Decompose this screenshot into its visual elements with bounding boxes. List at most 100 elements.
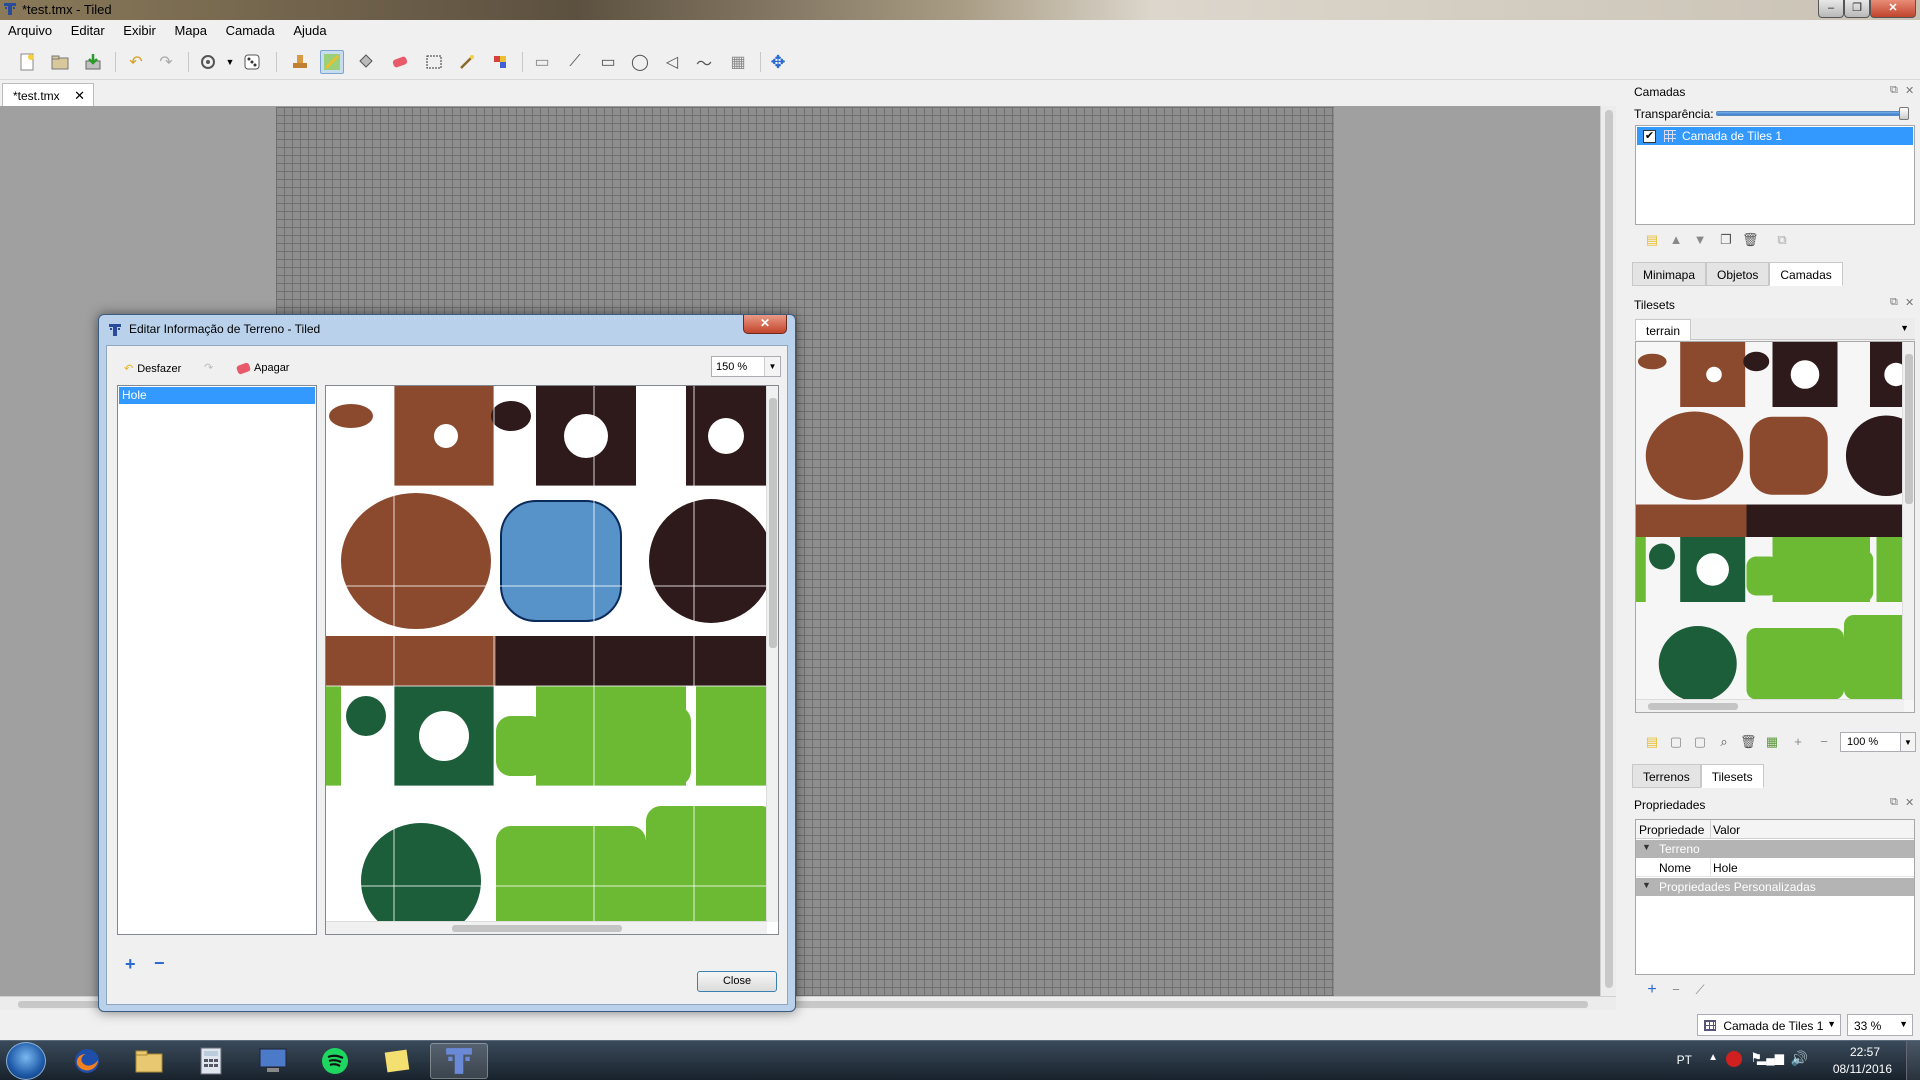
chevron-down-icon[interactable]: ▼ <box>1900 323 1909 333</box>
close-button[interactable]: Close <box>697 971 777 992</box>
edit-polygons-icon[interactable]: ⟋ <box>563 50 587 74</box>
rename-property-icon[interactable]: ⟋ <box>1692 982 1708 998</box>
tileset-zoom-combo[interactable]: 100 % <box>1840 732 1902 752</box>
firefox-icon[interactable] <box>58 1043 116 1079</box>
raise-layer-icon[interactable]: ▲ <box>1668 232 1684 248</box>
layer-visible-checkbox[interactable]: ✔ <box>1643 130 1656 143</box>
close-tab-icon[interactable]: ✕ <box>74 88 85 104</box>
tileset-vertical-scrollbar[interactable] <box>1902 342 1914 700</box>
export-tileset-icon[interactable]: ▢ <box>1692 734 1708 750</box>
duplicate-layer-icon[interactable]: ❐ <box>1718 232 1734 248</box>
remove-terrain-button[interactable]: − <box>154 953 165 974</box>
terrain-list[interactable]: Hole <box>117 385 317 935</box>
tab-terrenos[interactable]: Terrenos <box>1632 764 1701 788</box>
close-panel-icon[interactable]: ✕ <box>1905 796 1914 809</box>
tab-tilesets[interactable]: Tilesets <box>1700 764 1764 788</box>
close-panel-icon[interactable]: ✕ <box>1905 296 1914 309</box>
add-terrain-button[interactable]: + <box>125 954 136 975</box>
tileset-image[interactable] <box>1636 342 1914 703</box>
redo-icon[interactable]: ↷ <box>154 50 178 74</box>
tab-objetos[interactable]: Objetos <box>1706 262 1770 286</box>
tileset-horizontal-scrollbar[interactable] <box>1636 699 1904 712</box>
new-file-icon[interactable] <box>15 50 39 74</box>
insert-polygon-icon[interactable]: ◁ <box>660 50 684 74</box>
delete-layer-icon[interactable]: 🗑 <box>1742 232 1759 248</box>
lower-layer-icon[interactable]: ▼ <box>1692 232 1708 248</box>
expand-arrow-icon[interactable]: ▼ <box>1642 842 1651 852</box>
menu-arquivo[interactable]: Arquivo <box>0 20 59 38</box>
show-desktop-button[interactable] <box>1906 1041 1920 1080</box>
language-indicator[interactable]: PT <box>1677 1053 1692 1067</box>
tab-camadas[interactable]: Camadas <box>1769 262 1843 286</box>
layer-row[interactable]: ✔ Camada de Tiles 1 <box>1637 127 1913 145</box>
terrain-brush-icon[interactable] <box>320 50 344 74</box>
menu-exibir[interactable]: Exibir <box>115 20 163 38</box>
remote-desktop-icon[interactable] <box>244 1043 302 1079</box>
bucket-fill-icon[interactable] <box>354 50 378 74</box>
dialog-close-x-button[interactable]: ✕ <box>743 315 787 334</box>
tileset-properties-icon[interactable]: ⌕ <box>1716 734 1732 750</box>
terrain-tileset-image[interactable] <box>326 386 778 934</box>
menu-ajuda[interactable]: Ajuda <box>285 20 333 38</box>
volume-icon[interactable]: 🔊 <box>1791 1050 1808 1067</box>
spotify-icon[interactable] <box>306 1043 364 1079</box>
clock-date[interactable]: 08/11/2016 <box>1833 1062 1892 1076</box>
close-panel-icon[interactable]: ✕ <box>1905 84 1914 97</box>
sticky-notes-icon[interactable] <box>368 1043 426 1079</box>
float-panel-icon[interactable]: ⧉ <box>1890 84 1898 97</box>
rect-select-icon[interactable] <box>422 50 446 74</box>
clock-time[interactable]: 22:57 <box>1850 1045 1880 1059</box>
document-tab[interactable]: *test.tmx ✕ <box>2 83 94 106</box>
terrain-tileset-view[interactable] <box>325 385 779 935</box>
add-property-icon[interactable]: + <box>1644 982 1660 998</box>
show-hidden-icons-icon[interactable]: ▲ <box>1708 1052 1718 1063</box>
chevron-down-icon[interactable]: ▼ <box>1900 732 1916 752</box>
redo-icon[interactable]: ↷ <box>204 361 213 374</box>
expand-arrow-icon[interactable]: ▼ <box>1642 880 1651 890</box>
minimize-button[interactable]: ‒ <box>1818 0 1844 18</box>
menu-mapa[interactable]: Mapa <box>166 20 214 38</box>
erase-button[interactable]: Apagar <box>235 361 289 375</box>
group-terrain-row[interactable]: ▼ Terreno <box>1636 840 1914 858</box>
network-signal-icon[interactable]: ▂▄▆ <box>1757 1051 1784 1065</box>
map-vertical-scrollbar[interactable] <box>1600 106 1616 996</box>
start-button[interactable] <box>6 1042 46 1080</box>
insert-ellipse-icon[interactable]: ◯ <box>628 50 652 74</box>
close-window-button[interactable]: ✕ <box>1870 0 1916 18</box>
open-folder-icon[interactable] <box>48 50 72 74</box>
remove-property-icon[interactable]: − <box>1668 982 1684 998</box>
delete-tileset-icon[interactable]: 🗑 <box>1740 734 1757 750</box>
tileset-image-svg[interactable] <box>1636 342 1914 702</box>
dice-icon[interactable] <box>240 50 264 74</box>
group-custom-row[interactable]: ▼ Propriedades Personalizadas <box>1636 878 1914 896</box>
eraser-icon[interactable] <box>388 50 412 74</box>
properties-table[interactable]: Propriedade Valor ▼ Terreno Nome Hole ▼ … <box>1635 819 1915 975</box>
dialog-zoom-combo[interactable]: 150 % ▼ <box>711 356 781 377</box>
insert-image-icon[interactable]: ▭ <box>530 50 554 74</box>
save-icon[interactable] <box>81 50 105 74</box>
property-name-value[interactable]: Hole <box>1713 861 1738 875</box>
move-icon[interactable]: ✥ <box>766 50 790 74</box>
opacity-slider[interactable] <box>1716 107 1909 120</box>
random-mode-icon[interactable] <box>196 50 220 74</box>
undo-button[interactable]: ↶ Desfazer <box>124 362 181 376</box>
insert-polyline-icon[interactable]: 〜 <box>692 50 716 74</box>
opacity-slider-handle[interactable] <box>1899 107 1909 120</box>
stamp-brush-icon[interactable] <box>288 50 312 74</box>
tab-minimapa[interactable]: Minimapa <box>1632 262 1707 286</box>
new-tileset-icon[interactable]: ▤ <box>1644 734 1660 750</box>
insert-tile-icon[interactable]: ▦ <box>726 50 750 74</box>
undo-icon[interactable]: ↶ <box>124 50 148 74</box>
map-zoom-combo[interactable]: 33 % ▼ <box>1847 1014 1913 1036</box>
float-panel-icon[interactable]: ⧉ <box>1890 296 1898 309</box>
file-explorer-icon[interactable] <box>120 1043 178 1079</box>
tileset-view[interactable] <box>1635 341 1915 713</box>
remove-tiles-icon[interactable]: − <box>1816 734 1832 750</box>
magic-wand-icon[interactable] <box>455 50 479 74</box>
insert-rectangle-icon[interactable]: ▭ <box>596 50 620 74</box>
calculator-icon[interactable] <box>182 1043 240 1079</box>
layer-list[interactable]: ✔ Camada de Tiles 1 <box>1635 125 1915 225</box>
tileset-vertical-scrollbar[interactable] <box>766 386 778 922</box>
tileset-tab-terrain[interactable]: terrain <box>1635 319 1691 340</box>
property-row-name[interactable]: Nome Hole <box>1636 858 1914 877</box>
